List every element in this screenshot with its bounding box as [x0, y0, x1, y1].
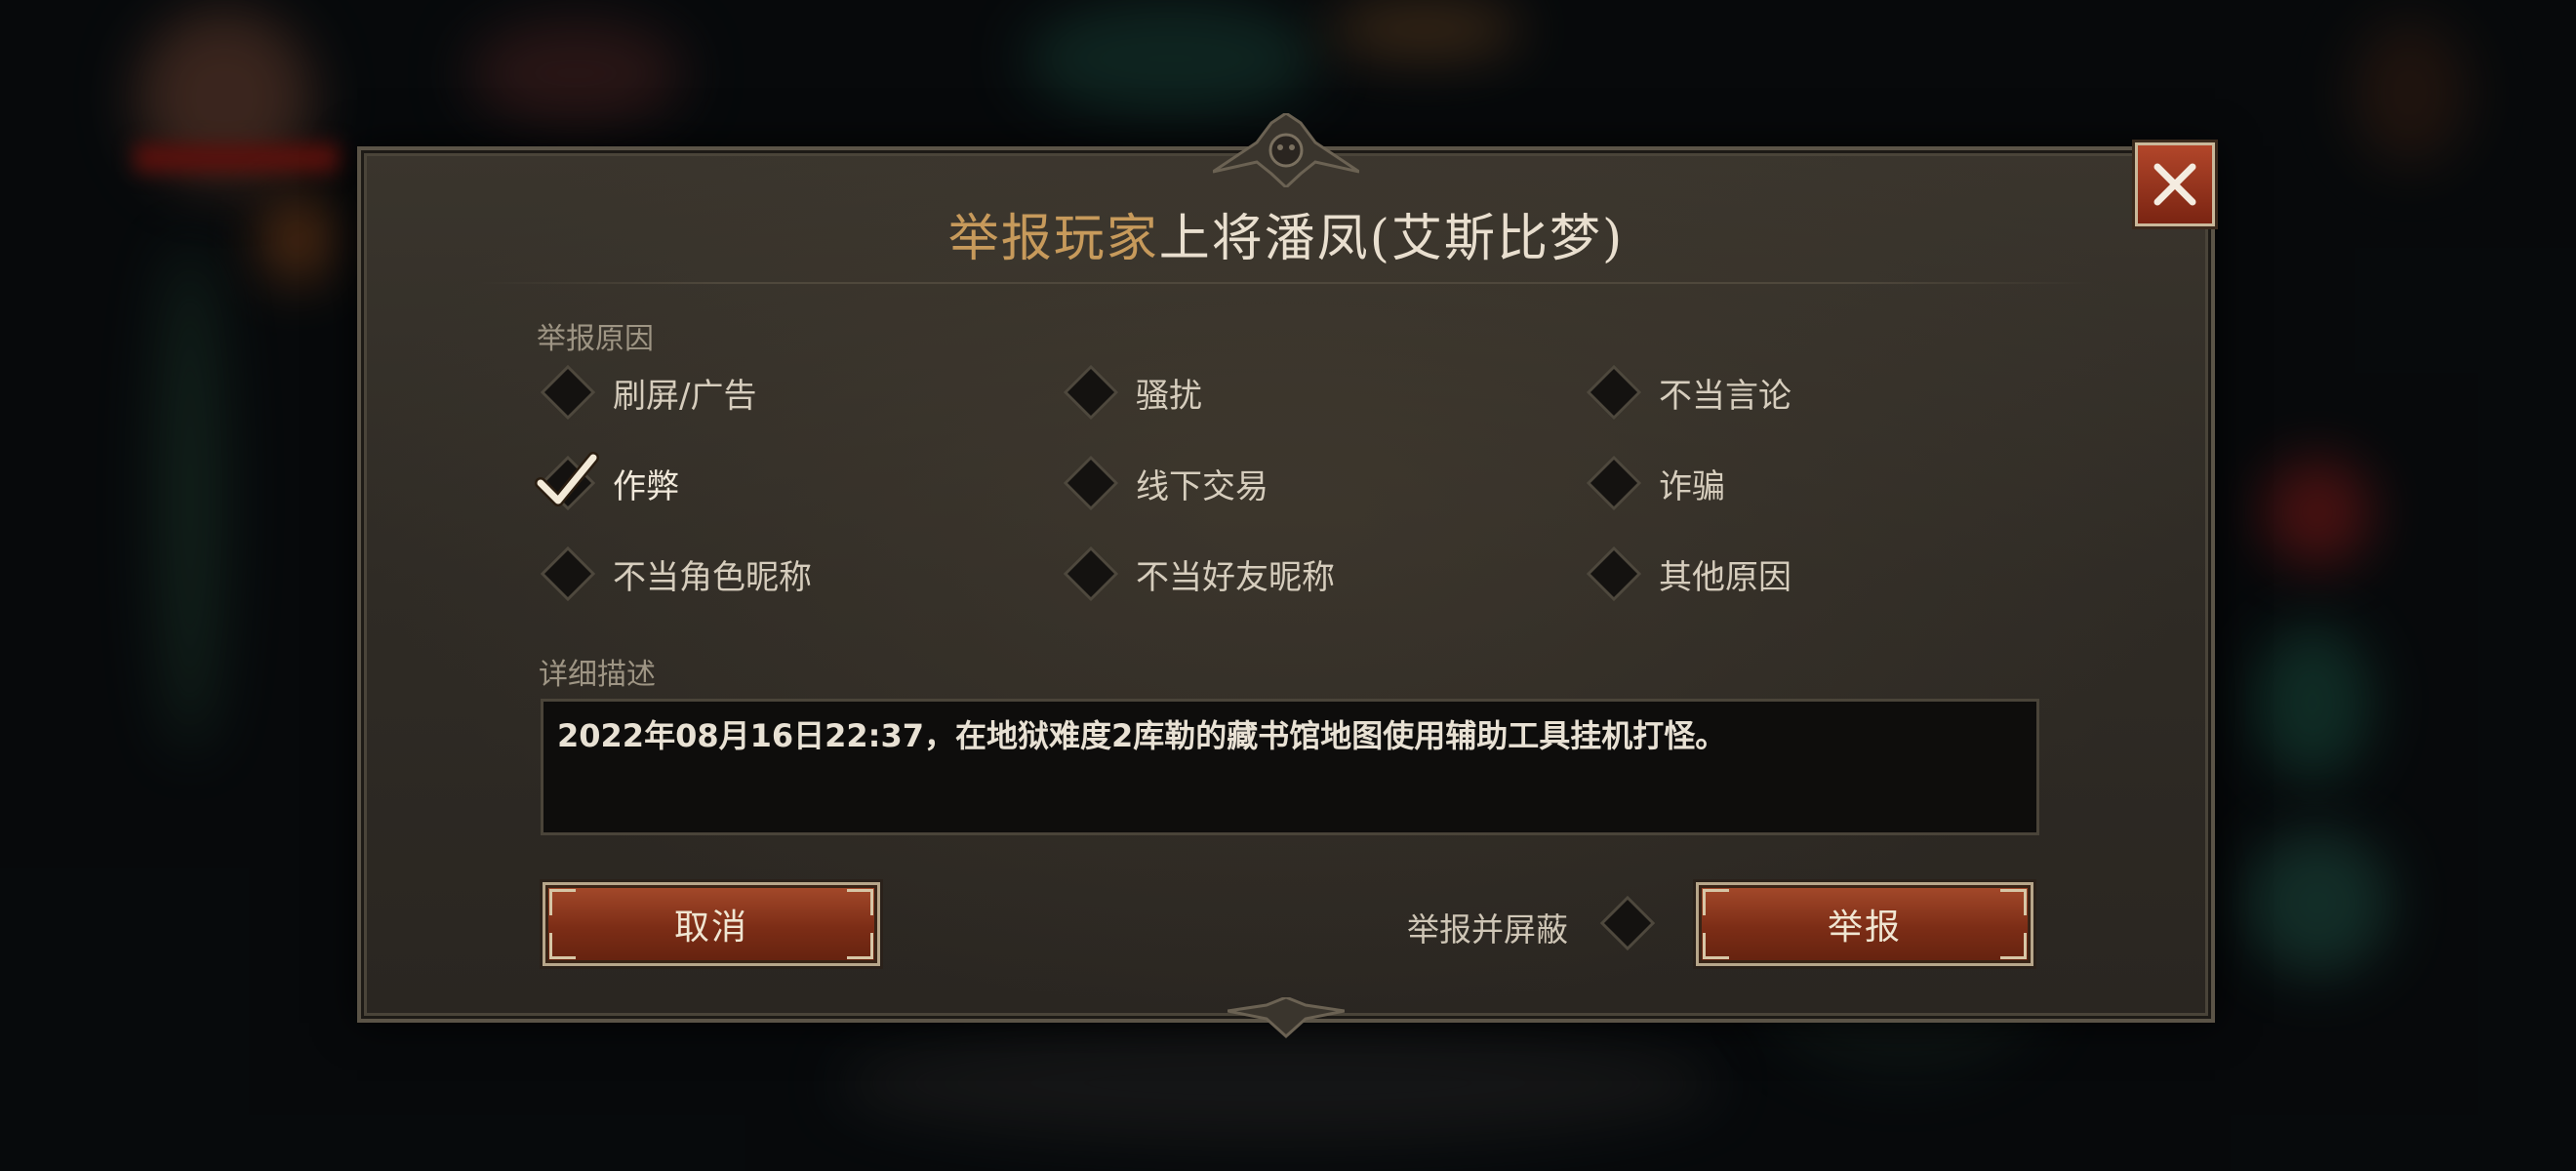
checkbox-diamond[interactable]	[1063, 364, 1119, 421]
reason-option-cheating[interactable]: 作弊	[535, 452, 679, 512]
title-divider	[478, 282, 2094, 284]
close-icon	[2153, 163, 2196, 206]
reason-label: 线下交易	[1136, 466, 1268, 506]
reason-option-bad-character-name[interactable]: 不当角色昵称	[537, 545, 812, 603]
reason-label: 作弊	[613, 466, 679, 506]
report-dialog: 举报玩家上将潘凤(艾斯比梦) 举报原因 刷屏/广告 骚扰 不当言论 作弊 线下交…	[357, 113, 2215, 1039]
close-button[interactable]	[2135, 142, 2215, 226]
button-corner	[2000, 933, 2027, 959]
dialog-title: 举报玩家上将潘凤(艾斯比梦)	[361, 197, 2211, 270]
checkbox-diamond[interactable]	[1063, 455, 1119, 511]
reported-player-name: 上将潘凤(艾斯比梦)	[1158, 210, 1625, 268]
title-prefix: 举报玩家	[947, 210, 1159, 268]
button-corner	[549, 933, 576, 959]
checkbox-diamond[interactable]	[540, 545, 596, 602]
block-label: 举报并屏蔽	[1407, 910, 1568, 949]
button-corner	[847, 933, 873, 959]
reason-option-fraud[interactable]: 诈骗	[1583, 454, 1725, 512]
description-label: 详细描述	[539, 658, 656, 692]
checkbox-diamond[interactable]	[1586, 364, 1642, 421]
reason-label: 不当言论	[1659, 376, 1791, 416]
reason-option-inappropriate-speech[interactable]: 不当言论	[1583, 363, 1791, 422]
report-button[interactable]: 举报	[1696, 882, 2033, 966]
checkmark-icon	[535, 452, 599, 506]
reason-label: 不当角色昵称	[613, 557, 812, 597]
reason-option-other[interactable]: 其他原因	[1583, 545, 1791, 603]
checkbox-diamond[interactable]	[1063, 545, 1119, 602]
button-corner	[549, 889, 576, 915]
reason-label: 刷屏/广告	[613, 376, 757, 416]
checkbox-diamond[interactable]	[540, 364, 596, 421]
button-corner	[847, 889, 873, 915]
button-corner	[1703, 889, 1729, 915]
reasons-label: 举报原因	[537, 322, 654, 356]
reason-label: 其他原因	[1659, 557, 1791, 597]
report-button-label: 举报	[1827, 908, 1902, 948]
button-corner	[1703, 933, 1729, 959]
reason-label: 诈骗	[1659, 466, 1725, 506]
cancel-button[interactable]: 取消	[543, 882, 880, 966]
reason-label: 不当好友昵称	[1136, 557, 1335, 597]
dialog-ornament-top	[1213, 113, 1359, 187]
cancel-button-label: 取消	[673, 908, 748, 948]
reason-option-offline-trade[interactable]: 线下交易	[1060, 454, 1268, 512]
button-corner	[2000, 889, 2027, 915]
description-textarea[interactable]: 2022年08月16日22:37，在地狱难度2库勒的藏书馆地图使用辅助工具挂机打…	[541, 699, 2039, 835]
reason-option-harassment[interactable]: 骚扰	[1060, 363, 1202, 422]
reason-option-spam[interactable]: 刷屏/广告	[537, 363, 756, 422]
block-checkbox[interactable]	[1599, 895, 1656, 951]
reason-label: 骚扰	[1136, 376, 1202, 416]
reason-option-bad-friend-name[interactable]: 不当好友昵称	[1060, 545, 1335, 603]
checkbox-diamond[interactable]	[1586, 545, 1642, 602]
dialog-ornament-bottom	[1228, 997, 1345, 1039]
checkbox-diamond[interactable]	[1586, 455, 1642, 511]
